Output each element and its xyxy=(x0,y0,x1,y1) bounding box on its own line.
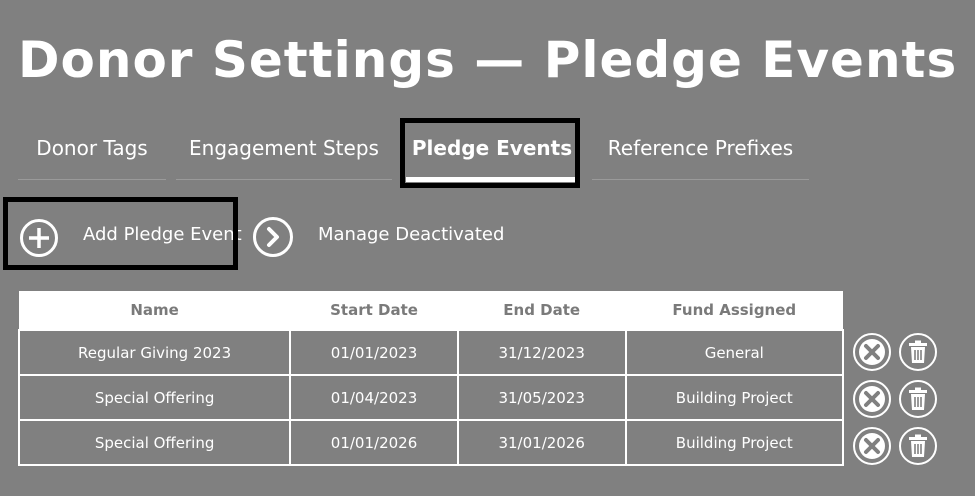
page-title: Donor Settings — Pledge Events xyxy=(18,31,958,89)
table-header-row: Name Start Date End Date Fund Assigned xyxy=(19,291,843,330)
cell-name: Special Offering xyxy=(17,374,292,421)
chevron-right-circle-icon xyxy=(253,217,293,257)
trash-icon xyxy=(909,340,927,363)
trash-icon xyxy=(909,387,927,410)
trash-icon xyxy=(909,434,927,457)
manage-deactivated-label: Manage Deactivated xyxy=(318,224,505,245)
cell-name: Special Offering xyxy=(17,419,292,466)
close-circle-icon xyxy=(859,386,885,412)
cell-start-date: 01/04/2023 xyxy=(289,374,459,421)
deactivate-button[interactable] xyxy=(853,380,891,418)
column-header-start-date[interactable]: Start Date xyxy=(290,291,458,330)
tab-label: Donor Tags xyxy=(36,136,148,160)
tab-reference-prefixes[interactable]: Reference Prefixes xyxy=(592,128,809,180)
tab-label: Engagement Steps xyxy=(189,136,379,160)
column-header-fund-assigned[interactable]: Fund Assigned xyxy=(625,291,843,330)
cell-end-date: 31/01/2026 xyxy=(456,419,627,466)
close-circle-icon xyxy=(859,433,885,459)
cell-end-date: 31/05/2023 xyxy=(456,374,627,421)
cell-fund: General xyxy=(624,329,845,376)
cell-start-date: 01/01/2026 xyxy=(289,419,459,466)
deactivate-button[interactable] xyxy=(853,333,891,371)
delete-button[interactable] xyxy=(899,427,937,465)
table-row[interactable]: Special Offering 01/01/2026 31/01/2026 B… xyxy=(17,419,845,466)
table-row[interactable]: Special Offering 01/04/2023 31/05/2023 B… xyxy=(17,374,845,421)
close-circle-icon xyxy=(859,339,885,365)
tab-label: Reference Prefixes xyxy=(607,136,794,160)
deactivate-button[interactable] xyxy=(853,427,891,465)
pledge-events-table: Name Start Date End Date Fund Assigned R… xyxy=(17,291,845,466)
cell-start-date: 01/01/2023 xyxy=(289,329,459,376)
column-header-name[interactable]: Name xyxy=(19,291,291,330)
cell-end-date: 31/12/2023 xyxy=(456,329,627,376)
delete-button[interactable] xyxy=(899,333,937,371)
cell-fund: Building Project xyxy=(624,419,845,466)
tab-highlight-box xyxy=(400,118,580,188)
tab-donor-tags[interactable]: Donor Tags xyxy=(18,128,166,180)
action-highlight-box xyxy=(3,197,238,270)
cell-name: Regular Giving 2023 xyxy=(17,329,292,376)
cell-fund: Building Project xyxy=(624,374,845,421)
tab-engagement-steps[interactable]: Engagement Steps xyxy=(176,128,392,180)
delete-button[interactable] xyxy=(899,380,937,418)
table-row[interactable]: Regular Giving 2023 01/01/2023 31/12/202… xyxy=(17,329,845,376)
column-header-end-date[interactable]: End Date xyxy=(457,291,626,330)
